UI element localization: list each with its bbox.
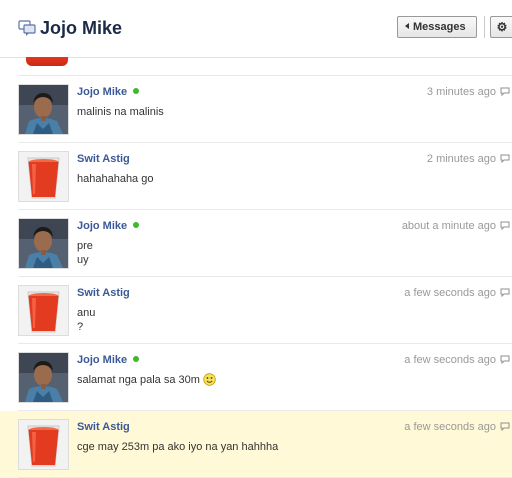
message-body: malinis na malinis <box>77 105 164 119</box>
message-body: hahahahaha go <box>77 172 153 186</box>
message-line: malinis na malinis <box>77 105 164 119</box>
button-divider <box>484 16 485 38</box>
message-text: salamat nga pala sa 30m <box>77 374 200 386</box>
messages-button-label: Messages <box>413 21 466 33</box>
online-status-dot <box>133 356 140 362</box>
sender-name-link[interactable]: Swit Astig <box>77 153 130 165</box>
avatar[interactable] <box>18 151 69 202</box>
message-timestamp: 3 minutes ago <box>426 86 496 98</box>
message-line: anu <box>77 306 95 320</box>
sender-name: Jojo Mike <box>77 220 128 232</box>
sender-name: Swit Astig <box>77 287 130 299</box>
thread-header: Jojo Mike Messages ⚙ <box>0 0 512 58</box>
reply-icon[interactable] <box>500 154 510 163</box>
online-status-dot <box>133 88 140 94</box>
message-text: hahahahaha go <box>77 173 154 185</box>
chat-bubbles-icon <box>18 20 36 36</box>
message-line: salamat nga pala sa 30m <box>77 373 216 387</box>
message-text: anu <box>77 307 96 319</box>
previous-message-avatar-partial <box>26 57 68 66</box>
avatar[interactable] <box>18 352 69 403</box>
message-text: uy <box>77 254 89 266</box>
reply-icon[interactable] <box>500 355 510 364</box>
message-timestamp: about a minute ago <box>401 220 496 232</box>
avatar[interactable] <box>18 84 69 135</box>
sender-name-link[interactable]: Swit Astig <box>77 287 130 299</box>
message-line: ? <box>77 320 95 334</box>
message-timestamp: a few seconds ago <box>404 287 496 299</box>
message-item: Swit Astig a few seconds ago anu? <box>0 277 512 344</box>
message-body: salamat nga pala sa 30m <box>77 373 216 387</box>
message-text: cge may 253m pa ako iyo na yan hahhha <box>77 441 279 453</box>
avatar[interactable] <box>18 285 69 336</box>
sender-name: Jojo Mike <box>77 86 128 98</box>
reply-icon[interactable] <box>500 221 510 230</box>
back-arrow-icon <box>405 23 409 29</box>
sender-name: Swit Astig <box>77 153 130 165</box>
sender-name: Jojo Mike <box>77 354 128 366</box>
gear-icon: ⚙ <box>496 20 508 34</box>
message-line: uy <box>77 253 93 267</box>
message-body: pre uy <box>77 239 93 267</box>
sender-name-link[interactable]: Jojo Mike <box>77 86 140 98</box>
sender-name-link[interactable]: Jojo Mike <box>77 354 140 366</box>
reply-icon[interactable] <box>500 288 510 297</box>
message-item: Swit Astig 2 minutes ago hahahahaha go <box>0 143 512 210</box>
smiley-icon <box>203 373 216 386</box>
message-item: Jojo Mike about a minute ago pre uy <box>0 210 512 277</box>
reply-icon[interactable] <box>500 422 510 431</box>
message-item: Jojo Mike 3 minutes ago malinis na malinis <box>0 76 512 143</box>
message-line: hahahahaha go <box>77 172 153 186</box>
back-to-messages-button[interactable]: Messages <box>397 16 477 38</box>
message-timestamp: a few seconds ago <box>404 354 496 366</box>
settings-button[interactable]: ⚙ <box>490 16 512 38</box>
avatar[interactable] <box>18 419 69 470</box>
sender-name: Swit Astig <box>77 421 130 433</box>
message-text: malinis na malinis <box>77 106 164 118</box>
message-item: Jojo Mike a few seconds ago salamat nga pa… <box>0 344 512 411</box>
sender-name-link[interactable]: Swit Astig <box>77 421 130 433</box>
sender-name-link[interactable]: Jojo Mike <box>77 220 140 232</box>
message-line: pre <box>77 239 93 253</box>
message-text: pre <box>77 240 93 252</box>
page-title: Jojo Mike <box>40 18 123 38</box>
message-body: anu? <box>77 306 95 334</box>
message-timestamp: a few seconds ago <box>404 421 496 433</box>
message-body: cge may 253m pa ako iyo na yan hahhha <box>77 440 278 454</box>
message-timestamp: 2 minutes ago <box>426 153 496 165</box>
avatar[interactable] <box>18 218 69 269</box>
message-line: cge may 253m pa ako iyo na yan hahhha <box>77 440 278 454</box>
reply-icon[interactable] <box>500 87 510 96</box>
online-status-dot <box>133 222 140 228</box>
message-text: ? <box>77 321 84 333</box>
